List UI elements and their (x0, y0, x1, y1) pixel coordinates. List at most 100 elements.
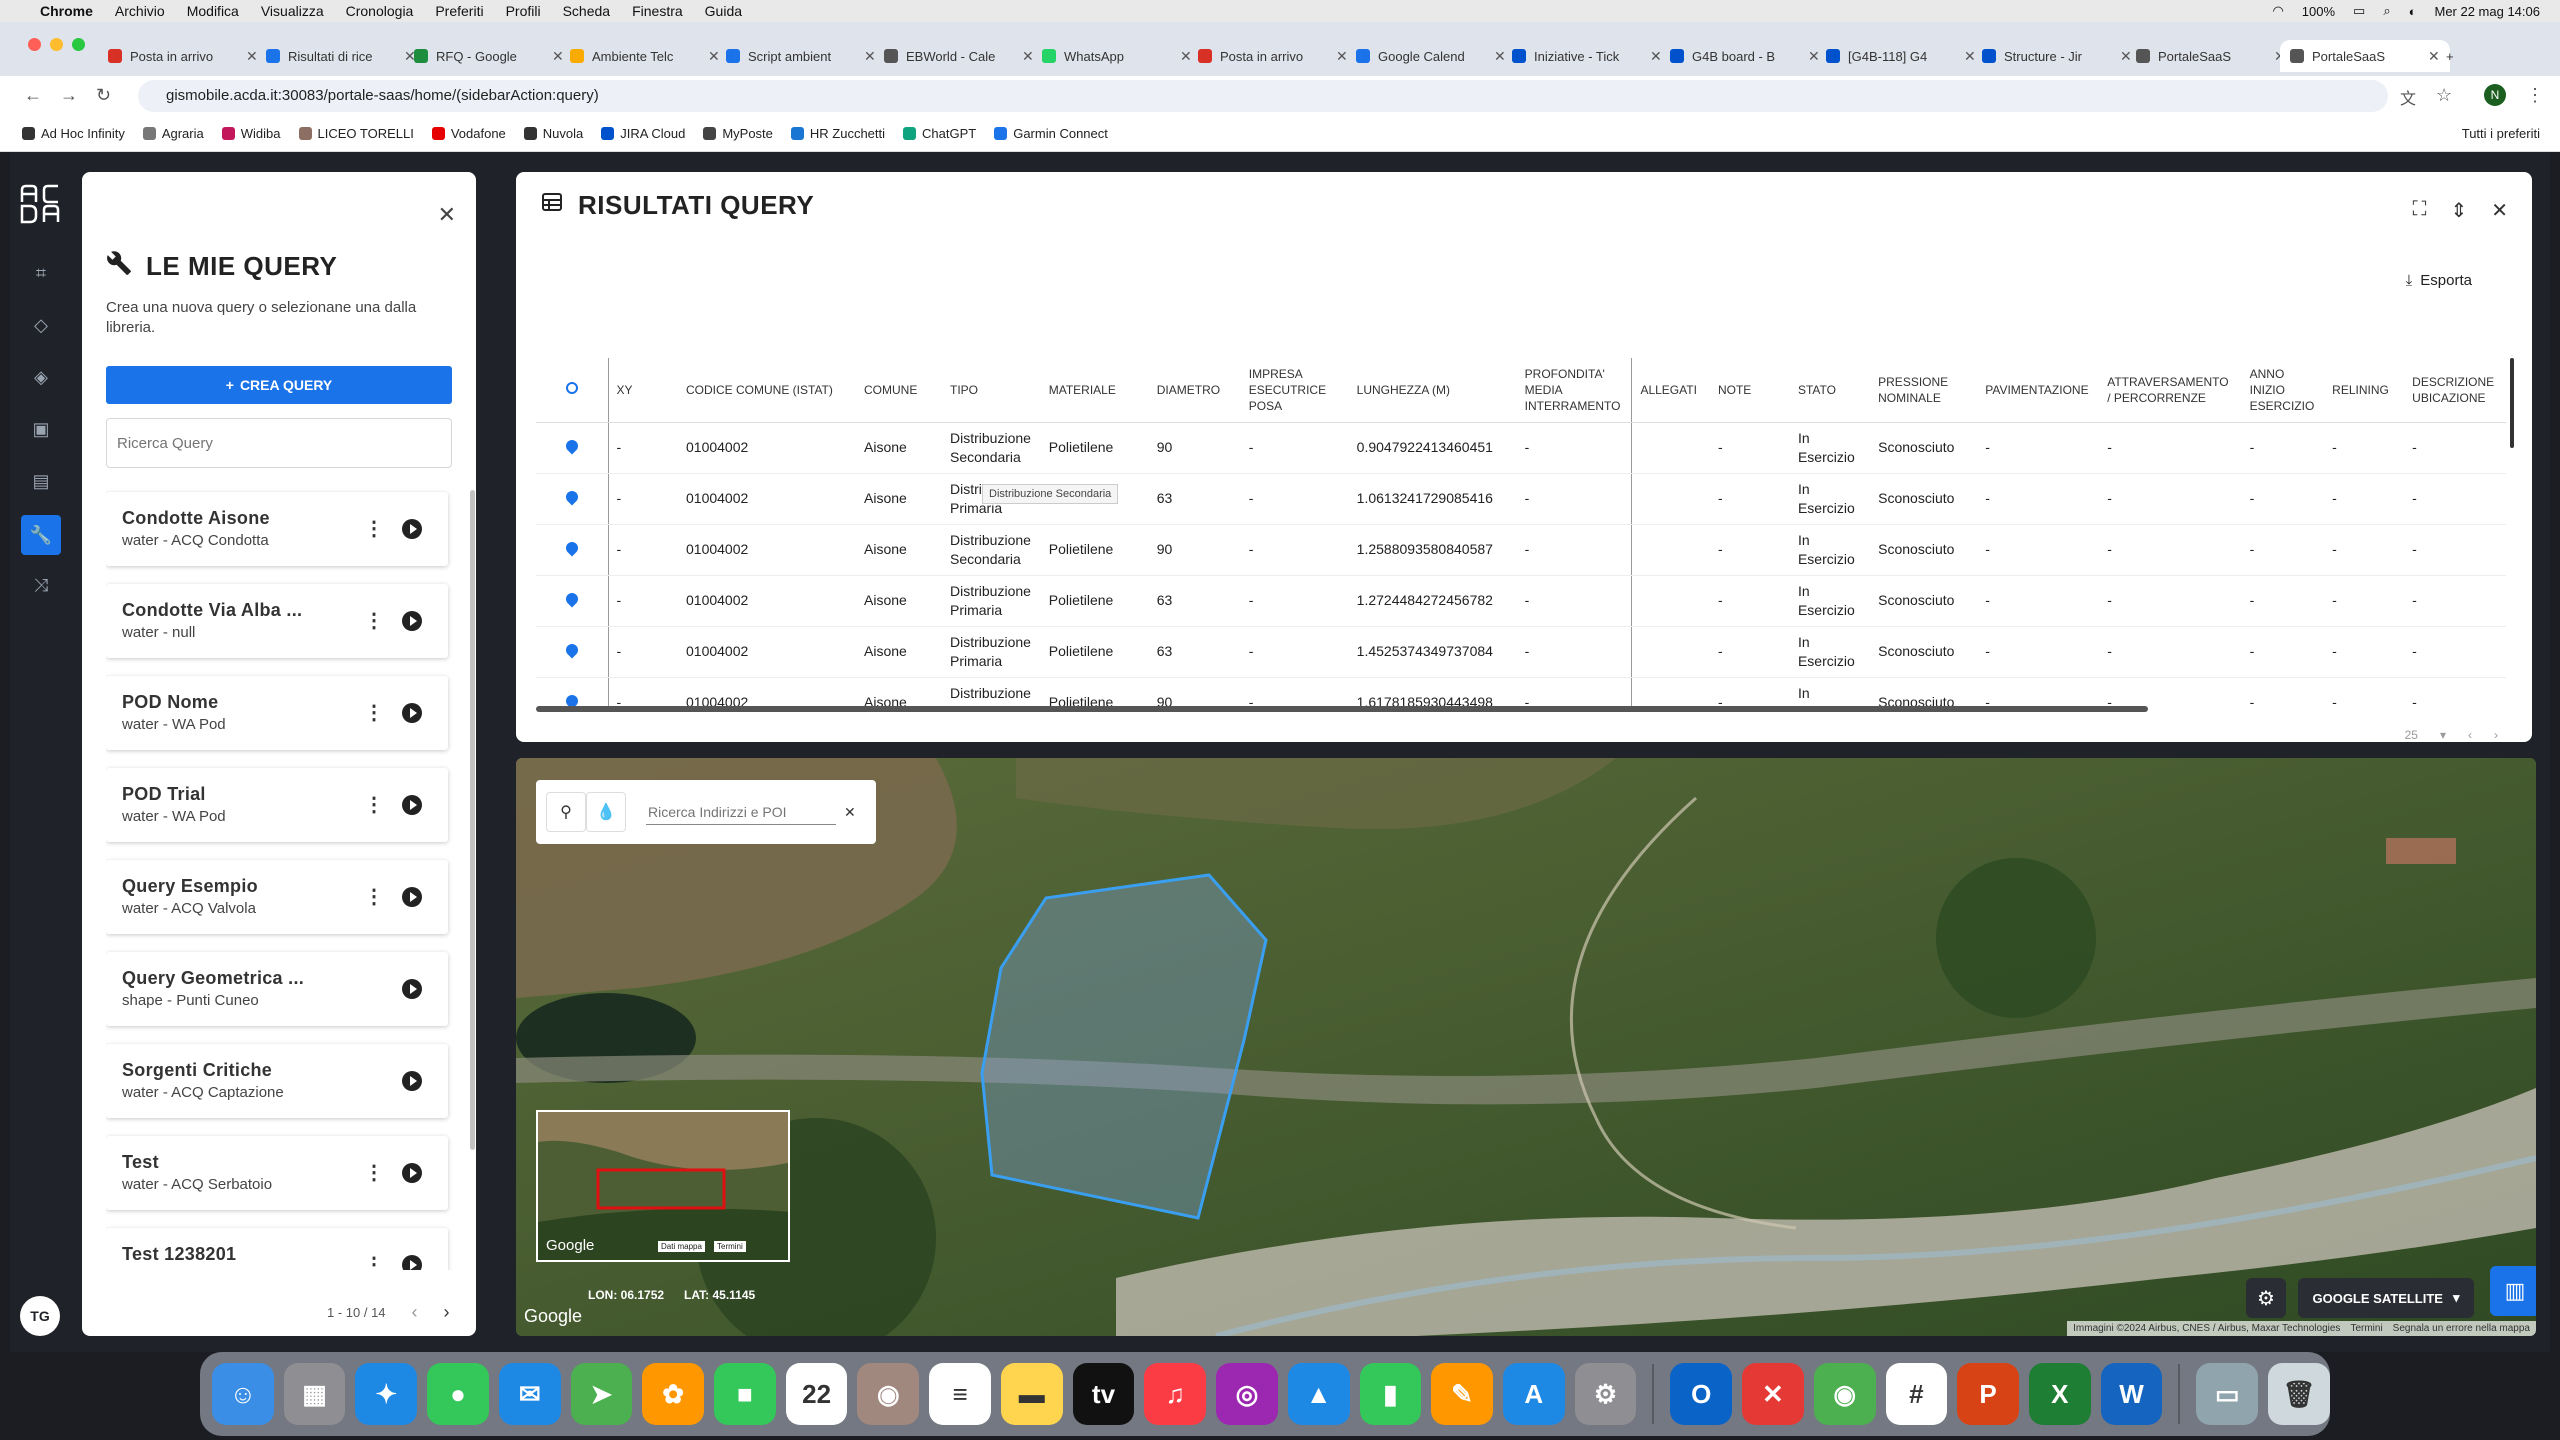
run-query-play-icon[interactable] (402, 519, 422, 539)
query-tool-icon[interactable]: 🔧 (21, 515, 61, 555)
facetime-icon[interactable]: ■ (714, 1363, 776, 1425)
new-tab-button[interactable]: + (2436, 40, 2464, 72)
menu-scheda[interactable]: Scheda (563, 3, 610, 19)
query-list-item[interactable]: POD Trial water - WA Pod ⋮ (106, 768, 448, 842)
chevron-left-icon[interactable]: ‹ (2468, 728, 2472, 742)
chrome-icon[interactable]: ◉ (1813, 1363, 1876, 1425)
column-header[interactable]: DIAMETRO (1148, 358, 1241, 423)
photos-icon[interactable]: ✿ (642, 1363, 705, 1425)
bookmark-item[interactable]: LICEO TORELLI (298, 126, 414, 141)
chevron-down-icon[interactable]: ▾ (2440, 728, 2446, 742)
chevron-right-icon[interactable]: › (444, 1302, 450, 1323)
music-icon[interactable]: ♫ (1144, 1363, 1207, 1425)
column-header[interactable]: NOTE (1709, 358, 1790, 423)
bookmark-item[interactable]: Ad Hoc Infinity (22, 126, 125, 141)
safari-icon[interactable]: ✦ (355, 1363, 418, 1425)
word-icon[interactable]: W (2100, 1363, 2163, 1425)
fullscreen-icon[interactable]: ⛶ (2412, 198, 2426, 223)
menu-finestra[interactable]: Finestra (632, 3, 683, 19)
query-list-item[interactable]: Test water - ACQ Serbatoio ⋮ (106, 1136, 448, 1210)
search-icon[interactable]: ⌕ (2383, 3, 2390, 19)
query-search-input[interactable] (106, 418, 452, 468)
browser-tab[interactable]: Risultati di rice ✕ (256, 40, 426, 72)
run-query-play-icon[interactable] (402, 1163, 422, 1183)
powerpoint-icon[interactable]: P (1957, 1363, 2019, 1425)
menu-preferiti[interactable]: Preferiti (435, 3, 483, 19)
browser-tab[interactable]: Google Calend ✕ (1346, 40, 1516, 72)
chrome-menu-icon[interactable]: ⋮ (2526, 85, 2544, 106)
column-header[interactable]: STATO (1789, 358, 1871, 423)
more-options-icon[interactable]: ⋮ (364, 1160, 384, 1185)
routes-icon[interactable]: ⤨ (28, 572, 54, 598)
browser-tab[interactable]: PortaleSaaS✕ (2280, 40, 2450, 72)
tv-icon[interactable]: tv (1072, 1363, 1135, 1425)
chevron-right-icon[interactable]: › (2494, 728, 2498, 742)
query-list-item[interactable]: Sorgenti Critiche water - ACQ Captazione (106, 1044, 448, 1118)
terms-link[interactable]: Termini (2350, 1323, 2382, 1334)
column-header[interactable]: TIPO (942, 358, 1041, 423)
launchpad-icon[interactable]: ▦ (283, 1363, 346, 1425)
calendar-icon[interactable]: 22 (785, 1363, 848, 1425)
query-list-scrollbar[interactable] (470, 490, 475, 1150)
more-options-icon[interactable]: ⋮ (364, 884, 384, 909)
run-query-play-icon[interactable] (402, 1071, 422, 1091)
map-pin-icon[interactable] (563, 539, 581, 557)
collapse-icon[interactable]: ⇕ (2450, 198, 2467, 223)
browser-tab[interactable]: RFQ - Google ✕ (404, 40, 574, 72)
appstore-icon[interactable]: A (1502, 1363, 1565, 1425)
more-options-icon[interactable]: ⋮ (364, 1252, 384, 1270)
url-field[interactable]: gismobile.acda.it:30083/portale-saas/hom… (138, 80, 2388, 112)
basemap-selector[interactable]: GOOGLE SATELLITE ▾ (2298, 1278, 2474, 1318)
pages-icon[interactable]: ✎ (1431, 1363, 1493, 1425)
contacts-icon[interactable]: ◉ (857, 1363, 920, 1425)
column-header[interactable]: ANNO INIZIO ESERCIZIO (2241, 358, 2325, 423)
browser-tab[interactable]: Script ambient ✕ (716, 40, 886, 72)
map-search-input[interactable] (646, 799, 836, 825)
query-list-item[interactable]: Test 1238201 ⋮ (106, 1228, 448, 1270)
overview-minimap[interactable]: Google Dati mappa Termini (536, 1110, 790, 1262)
all-favorites[interactable]: Tutti i preferiti (2462, 126, 2540, 141)
run-query-play-icon[interactable] (402, 887, 422, 907)
translate-icon[interactable]: 文 (2400, 85, 2416, 109)
minimap-data-link[interactable]: Dati mappa (658, 1241, 705, 1252)
column-header[interactable]: CODICE COMUNE (ISTAT) (678, 358, 856, 423)
browser-tab[interactable]: PortaleSaaS✕ (2126, 40, 2296, 72)
run-query-play-icon[interactable] (402, 795, 422, 815)
menu-guida[interactable]: Guida (705, 3, 742, 19)
excel-icon[interactable]: X (2028, 1363, 2091, 1425)
bookmark-item[interactable]: Nuvola (523, 126, 583, 141)
results-table-container[interactable]: XY CODICE COMUNE (ISTAT) COMUNE TIPO MATERIA… (536, 358, 2506, 706)
location-pin-icon[interactable]: ⚲ (546, 792, 586, 832)
drop-icon[interactable]: 💧 (586, 792, 626, 832)
create-query-button[interactable]: + CREA QUERY (106, 366, 452, 404)
forward-icon[interactable]: → (60, 85, 78, 106)
query-list-item[interactable]: Query Geometrica ... shape - Punti Cuneo (106, 952, 448, 1026)
bookmark-item[interactable]: ChatGPT (903, 126, 976, 141)
layers-outline-icon[interactable]: ◇ (28, 312, 54, 338)
map-view[interactable]: ⚲ 💧 ✕ Google Dati mappa Termini LON: 06.… (516, 758, 2536, 1336)
report-error-link[interactable]: Segnala un errore nella mappa (2393, 1323, 2530, 1334)
keynote-icon[interactable]: ▲ (1287, 1363, 1350, 1425)
table-horizontal-scrollbar[interactable] (536, 706, 2148, 712)
menu-app-name[interactable]: Chrome (40, 3, 93, 19)
more-options-icon[interactable]: ⋮ (364, 792, 384, 817)
numbers-icon[interactable]: ▮ (1359, 1363, 1422, 1425)
bookmark-item[interactable]: Agraria (142, 126, 204, 141)
column-header[interactable]: PAVIMENTAZIONE (1977, 358, 2100, 423)
page-size-select[interactable]: 25 (2405, 728, 2418, 742)
trash-icon[interactable]: 🗑 (2268, 1363, 2330, 1425)
notes-icon[interactable]: ▬ (1000, 1363, 1063, 1425)
map-settings-button[interactable]: ⚙ (2246, 1278, 2286, 1318)
finder-icon[interactable]: ☺ (212, 1363, 274, 1425)
control-center-icon[interactable]: ◐ (2409, 4, 2417, 19)
run-query-play-icon[interactable] (402, 979, 422, 999)
user-avatar[interactable]: TG (20, 1296, 60, 1336)
column-header[interactable]: ALLEGATI (1631, 358, 1710, 423)
reminders-icon[interactable]: ≡ (929, 1363, 991, 1425)
map-pin-icon[interactable] (563, 590, 581, 608)
column-header[interactable]: MATERIALE (1040, 358, 1149, 423)
browser-tab[interactable]: WhatsApp ✕ (1032, 40, 1202, 72)
bookmark-item[interactable]: MyPoste (703, 126, 773, 141)
layers-icon[interactable]: ◈ (28, 364, 54, 390)
bookmark-item[interactable]: Widiba (221, 126, 281, 141)
